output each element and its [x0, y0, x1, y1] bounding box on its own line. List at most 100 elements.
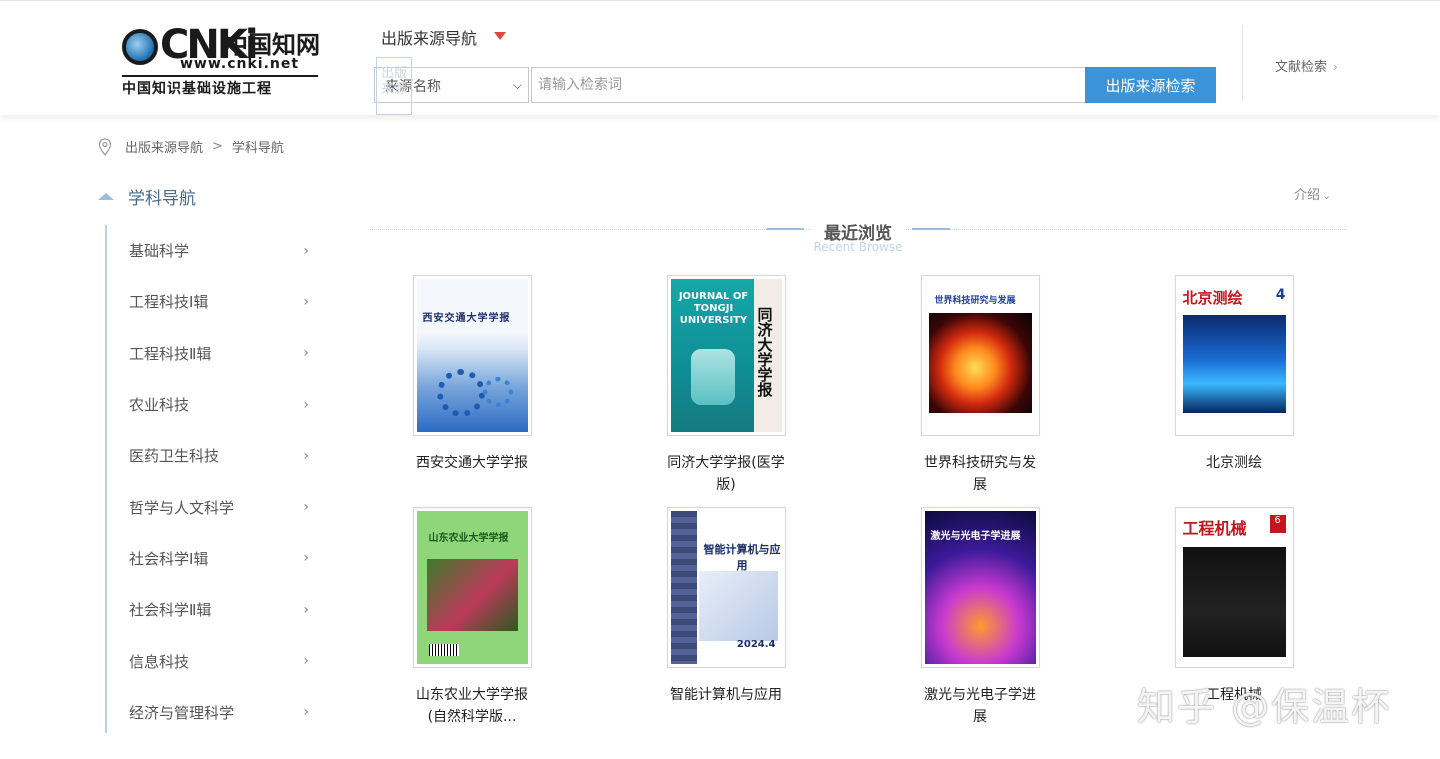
- chevron-right-icon: ›: [303, 345, 309, 362]
- journal-name[interactable]: 世界科技研究与发展: [890, 452, 1070, 496]
- journal-card[interactable]: 智能计算机与应用 2024.4 智能计算机与应用: [636, 507, 816, 706]
- sidebar-item[interactable]: 工程科技Ⅰ辑 ›: [107, 276, 317, 327]
- cover-issue: 2024.4: [736, 639, 776, 650]
- literature-search-link[interactable]: 文献检索 ›: [1275, 56, 1338, 75]
- caret-down-icon[interactable]: [494, 32, 506, 40]
- top-header: CNKi 中国知网 www.cnki.net 中国知识基础设施工程 出版来源导航…: [0, 0, 1440, 115]
- barcode-graphic: [428, 644, 459, 656]
- journal-name[interactable]: 山东农业大学学报(自然科学版...: [382, 684, 562, 728]
- cnki-logo[interactable]: CNKi 中国知网 www.cnki.net 中国知识基础设施工程: [122, 21, 322, 97]
- sidebar-item[interactable]: 基础科学 ›: [107, 225, 317, 276]
- sidebar-item-label: 经济与管理科学: [129, 703, 235, 722]
- sidebar-item-label: 信息科技: [129, 652, 190, 671]
- location-pin-icon: [98, 137, 112, 156]
- header-divider: [1242, 25, 1243, 101]
- cover-subtitle: JOURNAL OF TONGJI UNIVERSITY: [678, 291, 749, 326]
- sidebar-item-label: 工程科技Ⅰ辑: [129, 293, 209, 312]
- journal-card[interactable]: 北京测绘 4 北京测绘: [1144, 275, 1324, 474]
- cover-image: [1182, 315, 1286, 413]
- chevron-right-icon: ›: [1333, 60, 1338, 74]
- journal-cover[interactable]: 山东农业大学学报: [412, 507, 532, 668]
- chevron-down-icon: ⌵: [512, 78, 522, 92]
- logo-url: www.cnki.net: [180, 56, 300, 72]
- sidebar-item-label: 农业科技: [129, 396, 190, 415]
- cover-title: 北京测绘: [1182, 289, 1243, 307]
- sidebar-item[interactable]: 社会科学Ⅰ辑 ›: [107, 533, 317, 584]
- sidebar-item[interactable]: 医药卫生科技 ›: [107, 430, 317, 481]
- cover-image: [928, 313, 1032, 413]
- sidebar-item[interactable]: 经济与管理科学 ›: [107, 687, 317, 738]
- sidebar-item-label: 哲学与人文科学: [129, 498, 235, 517]
- breadcrumb-separator: >: [212, 139, 223, 154]
- subject-list: 基础科学 › 工程科技Ⅰ辑 › 工程科技Ⅱ辑 › 农业科技 › 医药卫生科技 › 哲学与人…: [107, 225, 317, 738]
- sidebar-item-label: 工程科技Ⅱ辑: [129, 344, 212, 363]
- journal-card[interactable]: 世界科技研究与发展 世界科技研究与发展: [890, 275, 1070, 496]
- journal-cover[interactable]: 工程机械 6: [1174, 507, 1294, 668]
- collapse-up-icon: [98, 193, 114, 200]
- journal-name[interactable]: 同济大学学报(医学版): [636, 452, 816, 496]
- sidebar-header[interactable]: 学科导航: [98, 184, 196, 209]
- cover-issue: 6: [1269, 515, 1286, 533]
- sidebar-item-label: 医药卫生科技: [129, 447, 220, 466]
- breadcrumb: 出版来源导航 > 学科导航: [98, 137, 284, 156]
- journal-name[interactable]: 智能计算机与应用: [636, 684, 816, 706]
- search-input[interactable]: [531, 67, 1086, 103]
- chevron-right-icon: ›: [303, 601, 309, 618]
- cover-title: 激光与光电子学进展: [930, 531, 1021, 542]
- gear-graphic: [482, 377, 513, 407]
- chevron-right-icon: ›: [303, 293, 309, 310]
- sidebar-title: 学科导航: [128, 189, 196, 209]
- ghost-field-tag: 出版来源: [376, 57, 412, 115]
- journal-name[interactable]: 西安交通大学学报: [382, 452, 562, 474]
- journal-name[interactable]: 北京测绘: [1144, 452, 1324, 474]
- journal-cover[interactable]: 世界科技研究与发展: [920, 275, 1040, 436]
- cover-image: [426, 559, 518, 631]
- chevron-right-icon: ›: [303, 242, 309, 259]
- journal-cover[interactable]: 激光与光电子学进展: [920, 507, 1040, 668]
- journal-card[interactable]: 山东农业大学学报 山东农业大学学报(自然科学版...: [382, 507, 562, 728]
- journal-cover[interactable]: 智能计算机与应用 2024.4: [666, 507, 786, 668]
- cover-side-strip: [670, 511, 697, 664]
- test-tube-graphic: [690, 349, 735, 405]
- chevron-right-icon: ›: [303, 653, 309, 670]
- chevron-right-icon: ›: [303, 499, 309, 516]
- sidebar-item-label: 社会科学Ⅱ辑: [129, 601, 212, 620]
- logo-tagline: 中国知识基础设施工程: [122, 75, 318, 98]
- chevron-down-icon: ⌄: [1322, 189, 1332, 202]
- journal-card[interactable]: JOURNAL OF TONGJI UNIVERSITY 同济大学学报 同济大学学…: [636, 275, 816, 496]
- gear-graphic: [436, 369, 485, 417]
- sidebar-item[interactable]: 哲学与人文科学 ›: [107, 481, 317, 532]
- cover-title: 西安交通大学学报: [422, 313, 511, 324]
- cover-title: 同济大学学报: [755, 307, 774, 397]
- intro-label: 介绍: [1294, 188, 1321, 203]
- sidebar-item-label: 基础科学: [129, 242, 190, 261]
- cover-title: 山东农业大学学报: [428, 533, 509, 544]
- section-subtitle: Recent Browse: [813, 240, 903, 254]
- zhihu-watermark: 知乎 @保温杯: [1137, 685, 1392, 729]
- sidebar-item[interactable]: 农业科技 ›: [107, 379, 317, 430]
- intro-toggle[interactable]: 介绍 ⌄: [1294, 184, 1331, 203]
- logo-cn-name: 中国知网: [224, 30, 320, 59]
- chevron-right-icon: ›: [303, 447, 309, 464]
- journal-cover[interactable]: 北京测绘 4: [1174, 275, 1294, 436]
- journal-name[interactable]: 激光与光电子学进展: [890, 684, 1070, 728]
- journal-card[interactable]: 激光与光电子学进展 激光与光电子学进展: [890, 507, 1070, 728]
- cover-title: 世界科技研究与发展: [934, 296, 1016, 306]
- sidebar-item-label: 社会科学Ⅰ辑: [129, 549, 209, 568]
- journal-cover[interactable]: JOURNAL OF TONGJI UNIVERSITY 同济大学学报: [666, 275, 786, 436]
- cover-title: 智能计算机与应用: [703, 543, 781, 572]
- breadcrumb-item-subject-nav[interactable]: 学科导航: [232, 137, 284, 156]
- source-search-button[interactable]: 出版来源检索: [1085, 67, 1216, 103]
- breadcrumb-item-source-nav[interactable]: 出版来源导航: [125, 137, 203, 156]
- chevron-right-icon: ›: [303, 704, 309, 721]
- globe-icon: [122, 29, 158, 65]
- sidebar-item[interactable]: 社会科学Ⅱ辑 ›: [107, 584, 317, 635]
- chevron-right-icon: ›: [303, 550, 309, 567]
- journal-cover[interactable]: 西安交通大学学报: [412, 275, 532, 436]
- cover-image: [1182, 547, 1286, 657]
- cover-issue: 4: [1275, 287, 1286, 303]
- sidebar-item[interactable]: 信息科技 ›: [107, 635, 317, 686]
- nav-title[interactable]: 出版来源导航: [381, 25, 477, 49]
- journal-card[interactable]: 西安交通大学学报 西安交通大学学报: [382, 275, 562, 474]
- sidebar-item[interactable]: 工程科技Ⅱ辑 ›: [107, 328, 317, 379]
